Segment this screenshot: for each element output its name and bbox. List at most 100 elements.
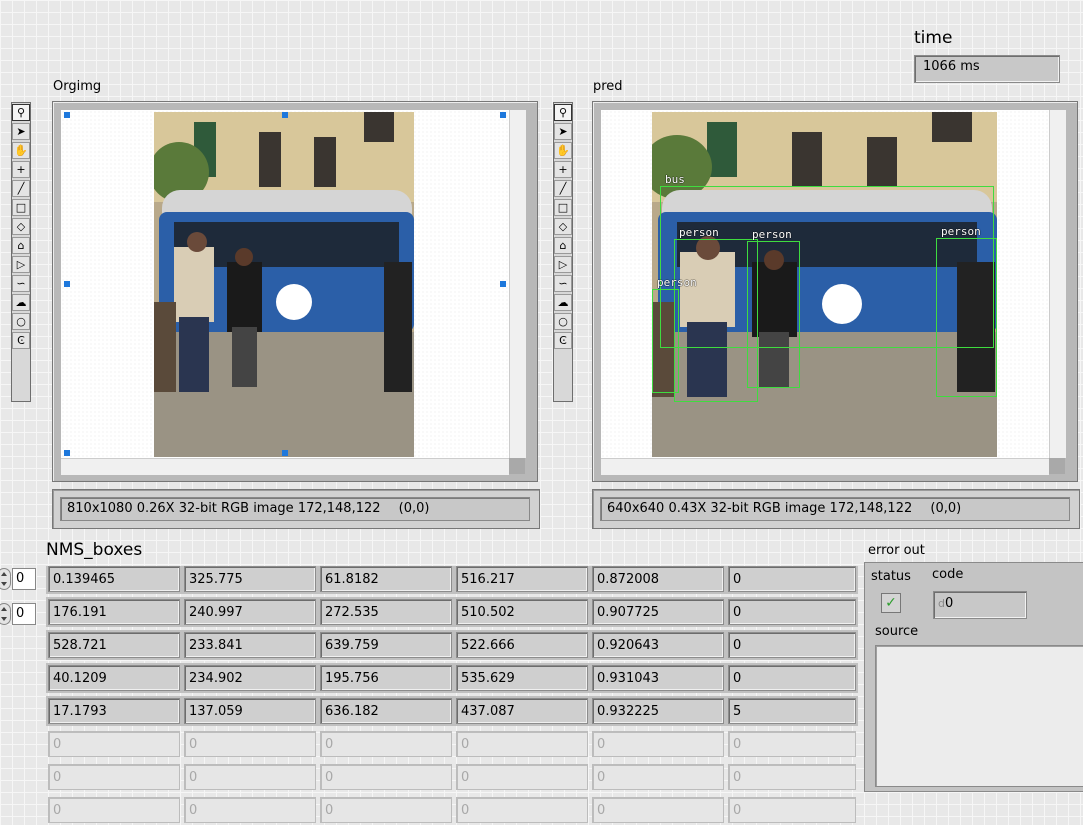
array-cell[interactable]: 0.907725 (592, 599, 724, 625)
annulus-icon[interactable]: ⌂ (12, 237, 30, 254)
array-cell[interactable]: 0 (728, 731, 856, 757)
array-cell[interactable]: 0 (592, 764, 724, 790)
array-cell[interactable]: 0 (48, 797, 180, 823)
rotated-rect-icon[interactable]: ◇ (554, 218, 572, 235)
pred-coord: (0,0) (930, 501, 962, 516)
array-cell[interactable]: 639.759 (320, 632, 452, 658)
array-cell[interactable]: 61.8182 (320, 566, 452, 592)
selection-handle[interactable] (64, 112, 70, 118)
orgimg-photo (154, 112, 414, 457)
arrow-pointer-icon[interactable]: ➤ (554, 123, 572, 140)
array-cell[interactable]: 40.1209 (48, 665, 180, 691)
array-cell[interactable]: 0 (320, 764, 452, 790)
oval-icon[interactable]: ○ (12, 313, 30, 330)
selection-handle[interactable] (282, 112, 288, 118)
image-tools-palette-left[interactable]: ⚲ ➤ ✋ + ╱ □ ◇ ⌂ ▷ ∽ ☁ ○ Ͼ (11, 102, 31, 402)
array-cell[interactable]: 0.920643 (592, 632, 724, 658)
array-cell[interactable]: 0 (592, 797, 724, 823)
orgimg-canvas[interactable] (61, 110, 509, 458)
selection-handle[interactable] (282, 450, 288, 456)
array-cell[interactable]: 0 (728, 632, 856, 658)
array-cell[interactable]: 240.997 (184, 599, 316, 625)
freehand-region-icon[interactable]: ☁ (554, 294, 572, 311)
array-cell[interactable]: 234.902 (184, 665, 316, 691)
array-cell[interactable]: 0 (728, 665, 856, 691)
array-cell[interactable]: 0.932225 (592, 698, 724, 724)
array-cell[interactable]: 522.666 (456, 632, 588, 658)
pred-vscroll[interactable] (1049, 110, 1066, 458)
orgimg-hscroll[interactable] (61, 458, 509, 475)
annulus-arc-icon[interactable]: Ͼ (554, 332, 572, 349)
freehand-icon[interactable]: ∽ (12, 275, 30, 292)
array-cell[interactable]: 325.775 (184, 566, 316, 592)
detection-label: person (657, 276, 697, 289)
zoom-icon[interactable]: ⚲ (12, 104, 30, 121)
array-cell[interactable]: 0 (728, 764, 856, 790)
pan-hand-icon[interactable]: ✋ (554, 142, 572, 159)
pred-display[interactable]: bus person person person person (592, 101, 1078, 482)
zoom-icon[interactable]: ⚲ (554, 104, 572, 121)
orgimg-vscroll[interactable] (509, 110, 526, 458)
selection-handle[interactable] (500, 112, 506, 118)
polygon-icon[interactable]: ▷ (12, 256, 30, 273)
array-cell[interactable]: 528.721 (48, 632, 180, 658)
rectangle-icon[interactable]: □ (554, 199, 572, 216)
row-index-spinner[interactable] (0, 568, 11, 590)
array-cell[interactable]: 437.087 (456, 698, 588, 724)
freehand-icon[interactable]: ∽ (554, 275, 572, 292)
selection-handle[interactable] (64, 281, 70, 287)
array-cell[interactable]: 0 (48, 764, 180, 790)
rotated-rect-icon[interactable]: ◇ (12, 218, 30, 235)
col-index-input[interactable]: 0 (12, 603, 36, 625)
crosshair-icon[interactable]: + (554, 161, 572, 178)
array-cell[interactable]: 0 (184, 764, 316, 790)
rectangle-icon[interactable]: □ (12, 199, 30, 216)
array-cell[interactable]: 0.931043 (592, 665, 724, 691)
array-cell[interactable]: 0 (456, 797, 588, 823)
col-index-spinner[interactable] (0, 603, 11, 625)
array-cell[interactable]: 17.1793 (48, 698, 180, 724)
pred-canvas[interactable]: bus person person person person (601, 110, 1049, 458)
arrow-pointer-icon[interactable]: ➤ (12, 123, 30, 140)
array-cell[interactable]: 0 (456, 764, 588, 790)
image-tools-palette-right[interactable]: ⚲ ➤ ✋ + ╱ □ ◇ ⌂ ▷ ∽ ☁ ○ Ͼ (553, 102, 573, 402)
array-cell[interactable]: 0 (728, 797, 856, 823)
orgimg-display[interactable] (52, 101, 538, 482)
selection-handle[interactable] (64, 450, 70, 456)
array-cell[interactable]: 233.841 (184, 632, 316, 658)
array-cell[interactable]: 176.191 (48, 599, 180, 625)
array-cell[interactable]: 0.139465 (48, 566, 180, 592)
array-cell[interactable]: 0 (48, 731, 180, 757)
array-cell[interactable]: 0.872008 (592, 566, 724, 592)
pan-hand-icon[interactable]: ✋ (12, 142, 30, 159)
array-cell[interactable]: 0 (728, 566, 856, 592)
array-cell[interactable]: 0 (184, 731, 316, 757)
array-cell[interactable]: 0 (184, 797, 316, 823)
array-cell[interactable]: 272.535 (320, 599, 452, 625)
oval-icon[interactable]: ○ (554, 313, 572, 330)
freehand-region-icon[interactable]: ☁ (12, 294, 30, 311)
array-cell[interactable]: 516.217 (456, 566, 588, 592)
array-cell[interactable]: 137.059 (184, 698, 316, 724)
code-value: 0 (944, 596, 954, 611)
annulus-arc-icon[interactable]: Ͼ (12, 332, 30, 349)
array-cell[interactable]: 0 (728, 599, 856, 625)
pred-hscroll[interactable] (601, 458, 1049, 475)
array-cell[interactable]: 510.502 (456, 599, 588, 625)
polygon-icon[interactable]: ▷ (554, 256, 572, 273)
array-cell[interactable]: 195.756 (320, 665, 452, 691)
line-icon[interactable]: ╱ (554, 180, 572, 197)
selection-handle[interactable] (500, 281, 506, 287)
array-cell[interactable]: 0 (320, 731, 452, 757)
array-cell[interactable]: 0 (592, 731, 724, 757)
line-icon[interactable]: ╱ (12, 180, 30, 197)
row-index-input[interactable]: 0 (12, 568, 36, 590)
array-cell[interactable]: 0 (456, 731, 588, 757)
array-cell[interactable]: 535.629 (456, 665, 588, 691)
array-cell[interactable]: 636.182 (320, 698, 452, 724)
array-cell[interactable]: 0 (320, 797, 452, 823)
array-cell[interactable]: 5 (728, 698, 856, 724)
crosshair-icon[interactable]: + (12, 161, 30, 178)
nms-boxes-array[interactable]: 0.139465 325.775 61.8182 516.217 0.872008 0 17… (46, 566, 858, 825)
annulus-icon[interactable]: ⌂ (554, 237, 572, 254)
